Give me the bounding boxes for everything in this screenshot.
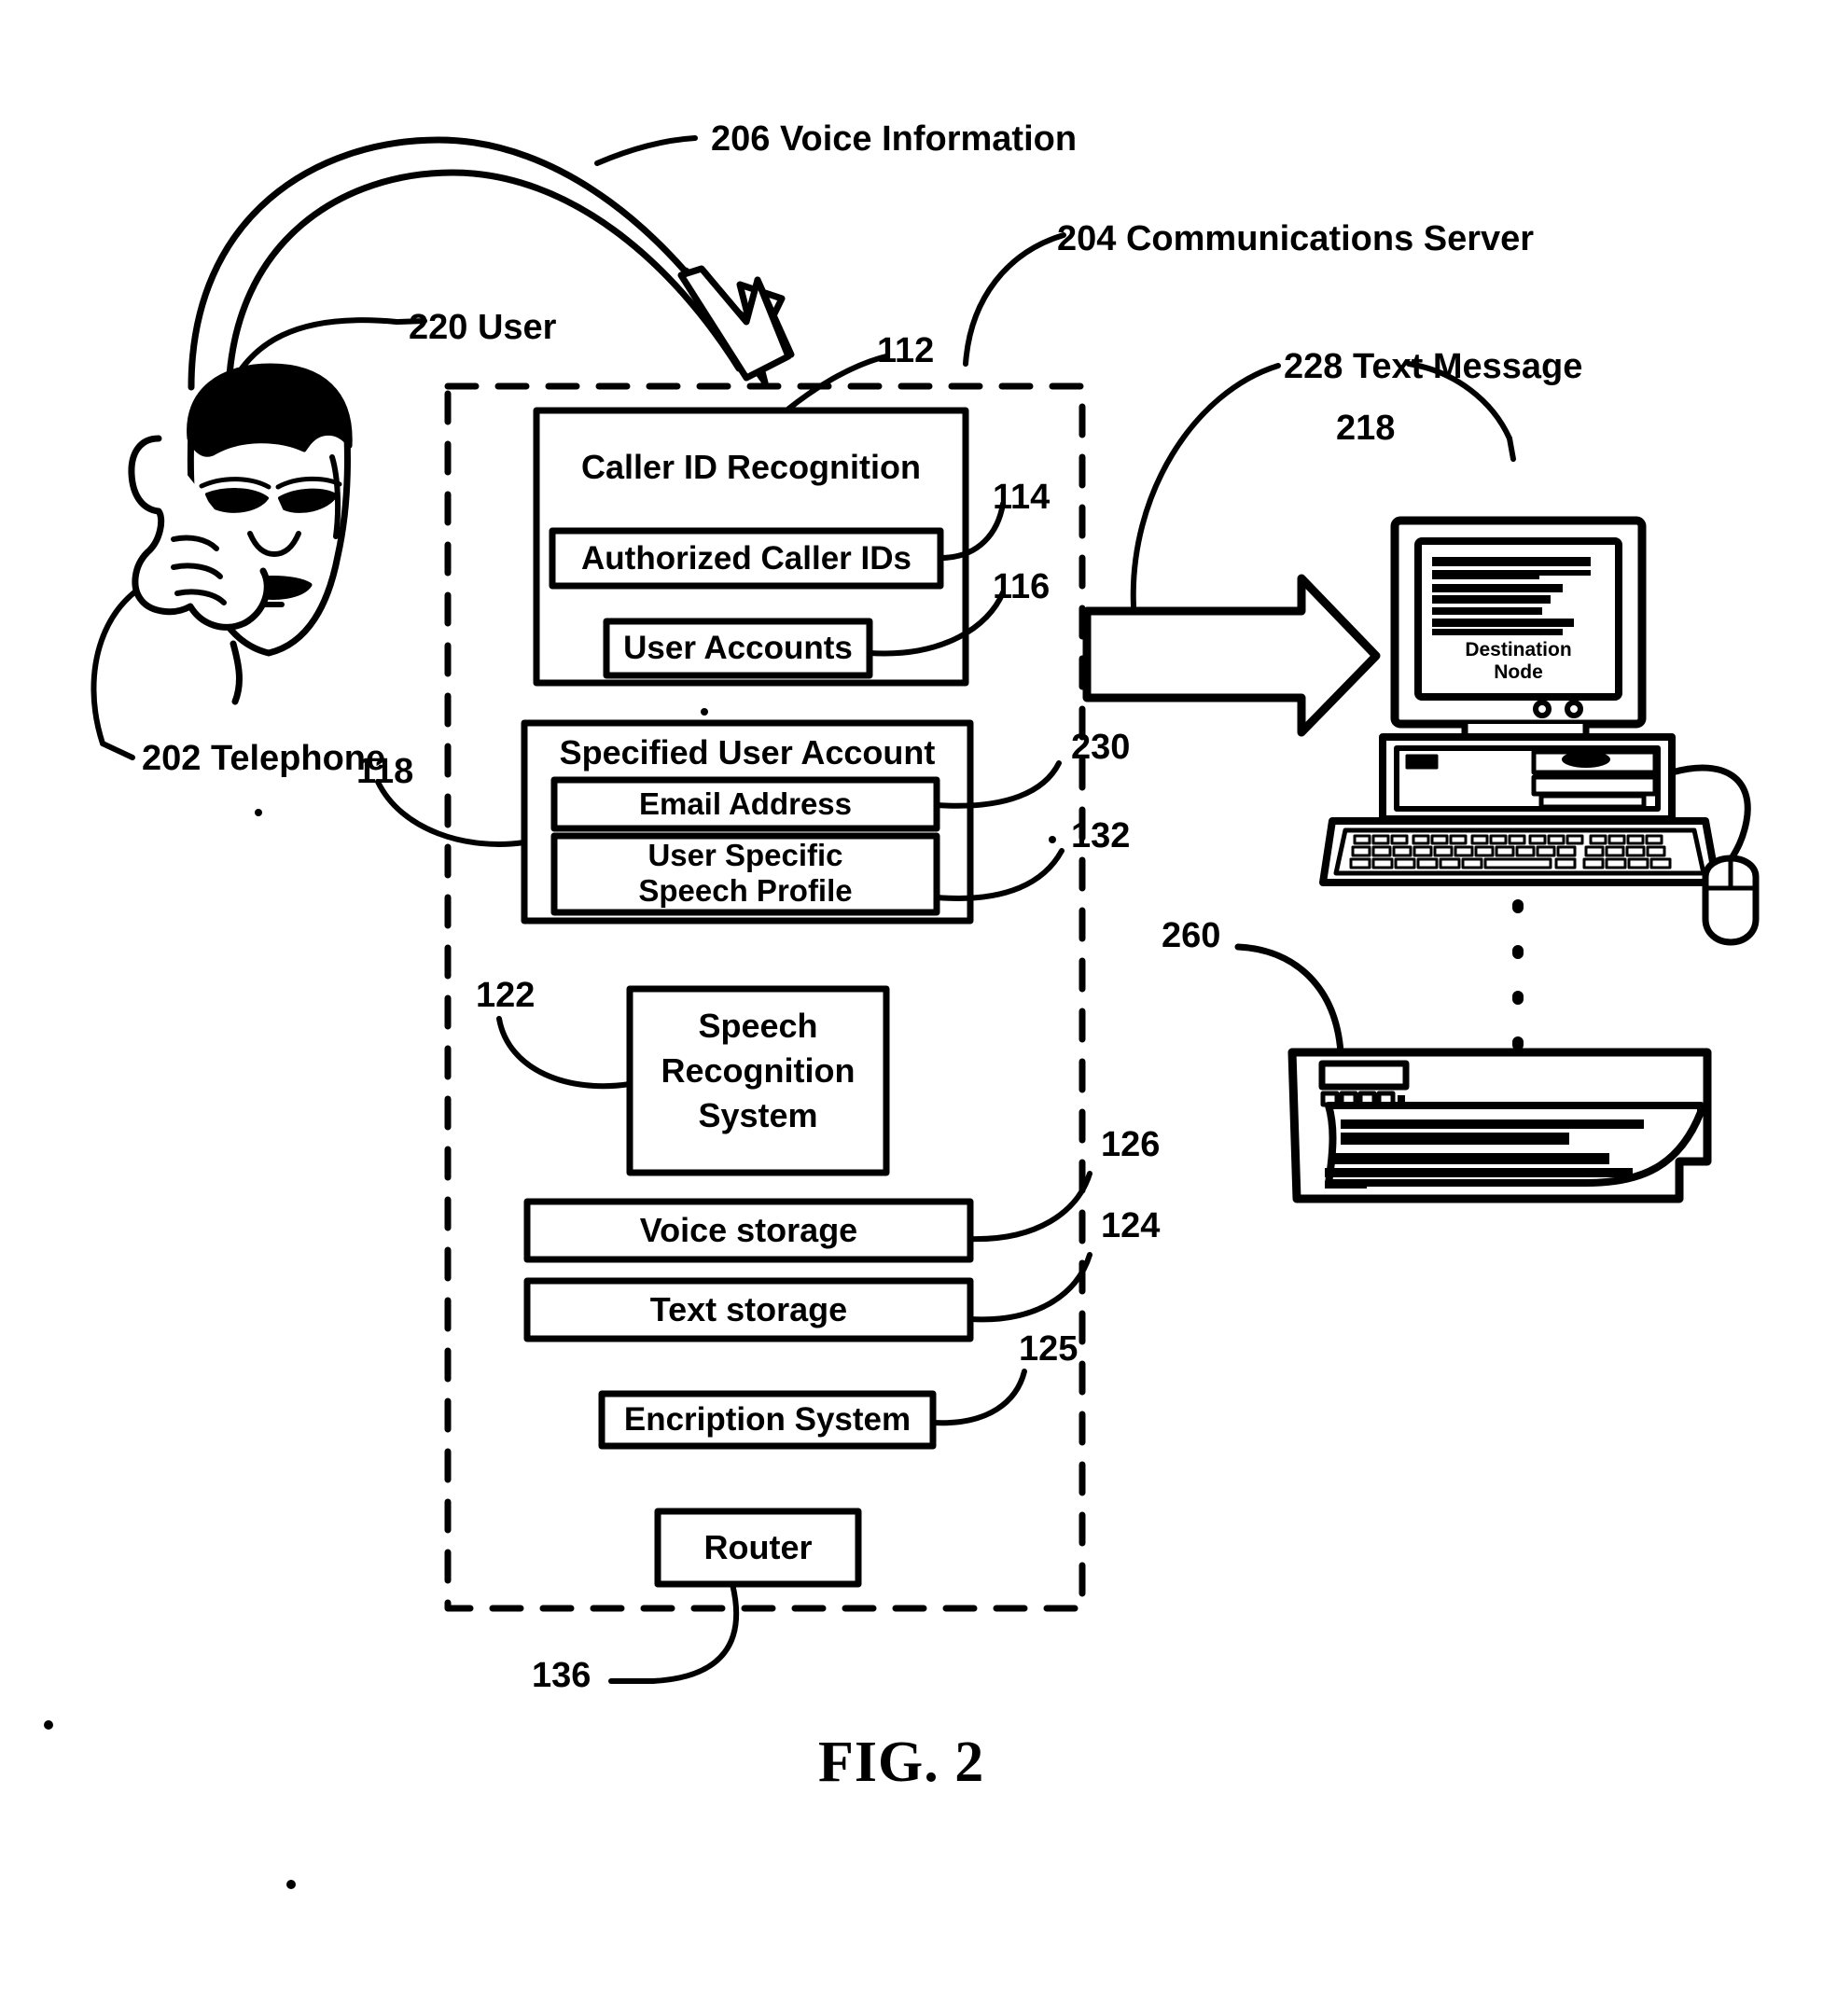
ref-125: 125 — [1019, 1329, 1078, 1369]
leader-124 — [967, 1252, 1092, 1323]
callout-user: 220 User — [409, 308, 557, 347]
leader-218-tick — [1507, 436, 1516, 462]
ref-112: 112 — [877, 331, 935, 370]
label-destination-node-line1: Destination — [1465, 639, 1572, 660]
ref-218-destination-node: 218 — [1336, 409, 1396, 448]
label-email-address: Email Address — [638, 786, 853, 821]
user-neck — [230, 640, 243, 705]
ref-126: 126 — [1101, 1125, 1161, 1164]
monitor-led-2 — [1565, 700, 1583, 718]
leader-136 — [650, 1581, 740, 1684]
leader-122 — [496, 1016, 633, 1090]
callout-communications-server: 204 Communications Server — [1057, 219, 1535, 258]
ref-136: 136 — [532, 1656, 591, 1695]
label-speech-recognition-line2: Recognition — [661, 1051, 856, 1090]
label-speech-profile-line1: User Specific — [647, 838, 843, 872]
ref-114: 114 — [993, 478, 1051, 517]
user-eye-left — [205, 488, 269, 513]
figure-caption: FIG. 2 — [818, 1731, 985, 1794]
text-message-arrow — [1082, 574, 1381, 737]
figure-line-art — [44, 135, 1760, 1889]
label-text-storage: Text storage — [649, 1290, 848, 1328]
leader-125 — [930, 1369, 1027, 1426]
ref-230: 230 — [1071, 728, 1131, 767]
ref-116: 116 — [993, 567, 1051, 606]
ref-260-printer: 260 — [1162, 916, 1221, 955]
ref-132: 132 — [1071, 816, 1131, 855]
label-user-accounts: User Accounts — [623, 630, 853, 666]
ref-118: 118 — [356, 752, 414, 791]
leader-126 — [967, 1171, 1092, 1243]
printer-led — [1398, 1095, 1405, 1102]
ref-124: 124 — [1101, 1206, 1161, 1245]
drive-detail — [1562, 751, 1610, 768]
leader-260 — [1234, 943, 1344, 1056]
printer-display — [1318, 1060, 1410, 1091]
floppy-slot — [1405, 754, 1439, 770]
keyboard-keys — [1349, 834, 1672, 869]
callout-voice-information: 206 Voice Information — [711, 119, 1078, 159]
callout-telephone: 202 Telephone — [142, 739, 386, 778]
label-router: Router — [703, 1528, 813, 1566]
label-caller-id-recognition: Caller ID Recognition — [580, 448, 922, 486]
leader-206 — [594, 135, 698, 166]
label-speech-profile-line2: Speech Profile — [638, 873, 853, 908]
leader-204 — [963, 232, 1066, 367]
voice-information-arrow — [188, 136, 750, 396]
label-specified-user-account: Specified User Account — [559, 733, 936, 772]
patent-figure-canvas: 206 Voice Information 204 Communications… — [0, 0, 1823, 2016]
callout-text-message: 228 Text Message — [1284, 347, 1583, 386]
monitor-led-1 — [1533, 700, 1552, 718]
leader-202-tick — [100, 741, 135, 760]
label-encription-system: Encription System — [623, 1401, 912, 1438]
leader-228 — [1130, 363, 1281, 609]
label-speech-recognition-line3: System — [698, 1096, 818, 1134]
label-voice-storage: Voice storage — [639, 1211, 858, 1249]
label-authorized-caller-ids: Authorized Caller IDs — [581, 539, 912, 577]
label-destination-node-line2: Node — [1494, 661, 1543, 683]
label-speech-recognition-line1: Speech — [698, 1007, 818, 1045]
ref-122: 122 — [476, 976, 536, 1015]
voice-information-arrowhead-fillshape — [677, 265, 792, 382]
